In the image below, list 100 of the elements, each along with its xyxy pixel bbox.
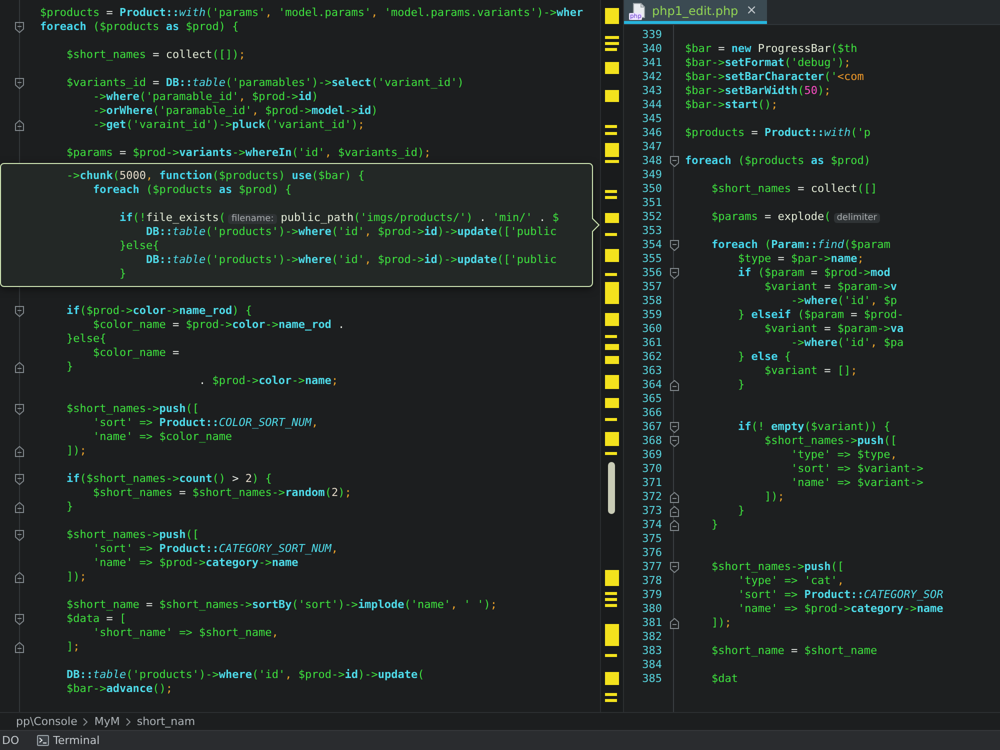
- marker-icon[interactable]: [605, 344, 619, 350]
- marker-icon[interactable]: [605, 42, 619, 45]
- marker-icon[interactable]: [605, 418, 617, 421]
- code-line: $variant = $param->v: [764, 280, 897, 293]
- line-number: 349: [642, 168, 662, 181]
- marker-icon[interactable]: [605, 213, 619, 223]
- marker-icon[interactable]: [605, 592, 617, 595]
- fold-icon[interactable]: [15, 120, 24, 130]
- marker-icon[interactable]: [605, 654, 617, 657]
- marker-icon[interactable]: [605, 132, 617, 135]
- chevron-icon: [83, 718, 88, 726]
- marker-icon[interactable]: [605, 143, 619, 157]
- marker-icon[interactable]: [605, 699, 617, 702]
- fold-icon[interactable]: [15, 502, 24, 512]
- fold-icon[interactable]: [670, 156, 678, 166]
- breadcrumb-item[interactable]: short_nam: [136, 715, 196, 728]
- fold-icon[interactable]: [15, 404, 24, 414]
- fold-icon[interactable]: [670, 380, 678, 390]
- marker-icon[interactable]: [605, 335, 617, 338]
- marker-icon[interactable]: [605, 624, 619, 646]
- marker-icon[interactable]: [605, 190, 617, 193]
- breadcrumb-item[interactable]: pp\Console: [16, 715, 78, 728]
- line-number: 377: [642, 560, 662, 573]
- line-number: 375: [642, 532, 662, 545]
- tool-window-button[interactable]: DO: [0, 732, 22, 750]
- marker-icon[interactable]: [605, 432, 619, 446]
- marker-icon[interactable]: [605, 90, 619, 102]
- marker-icon[interactable]: [605, 273, 617, 276]
- fold-icon[interactable]: [15, 474, 24, 484]
- marker-icon[interactable]: [605, 570, 619, 586]
- code-line: 'type' => 'cat',: [738, 574, 844, 587]
- fold-icon[interactable]: [670, 520, 678, 530]
- code-line: $type = $par->name;: [738, 252, 864, 265]
- code-line: $bar->start();: [685, 98, 778, 111]
- fold-icon[interactable]: [670, 492, 678, 502]
- line-number: 371: [642, 476, 662, 489]
- fold-icon[interactable]: [15, 446, 24, 456]
- marker-icon[interactable]: [605, 313, 619, 326]
- code-line: . $prod->color->name;: [198, 374, 338, 387]
- code-line: foreach ($products as $prod) {: [40, 20, 239, 33]
- line-number: 354: [642, 238, 662, 251]
- fold-icon[interactable]: [670, 268, 678, 278]
- line-number: 345: [642, 112, 662, 125]
- code-line: }: [738, 504, 745, 517]
- marker-icon[interactable]: [605, 62, 619, 74]
- marker-icon[interactable]: [605, 233, 617, 236]
- code-line: $params = explode( delimiter: [712, 210, 884, 223]
- fold-icon[interactable]: [670, 562, 678, 572]
- marker-icon[interactable]: [605, 398, 619, 408]
- code-line: $products = Product::with('params', 'model.params', 'model.params.variants')->wher: [40, 6, 584, 19]
- line-number: 344: [642, 98, 662, 111]
- close-tab-button[interactable]: ×: [744, 2, 760, 18]
- line-number: 380: [642, 602, 662, 615]
- code-line: if(! empty($variant)) {: [738, 420, 890, 433]
- marker-icon[interactable]: [605, 452, 617, 455]
- code-line: $products = Product::with('p: [685, 126, 870, 139]
- breadcrumb-item[interactable]: MyM: [94, 715, 120, 728]
- marker-icon[interactable]: [605, 196, 617, 199]
- marker-icon[interactable]: [605, 8, 619, 24]
- fold-icon[interactable]: [15, 78, 24, 88]
- fold-icon[interactable]: [15, 22, 24, 32]
- code-line: ->where('paramable_id', $prod->id): [92, 90, 318, 103]
- fold-icon[interactable]: [670, 436, 678, 446]
- fold-icon[interactable]: [670, 240, 678, 250]
- marker-icon[interactable]: [605, 598, 617, 601]
- fold-icon[interactable]: [670, 618, 678, 628]
- code-line: $color_name =: [92, 346, 180, 359]
- marker-icon[interactable]: [605, 160, 619, 163]
- code-line: 'name' => $variant->: [790, 476, 924, 489]
- marker-icon[interactable]: [605, 48, 617, 51]
- fold-icon[interactable]: [15, 642, 24, 652]
- tool-window-button[interactable]: Terminal: [35, 732, 102, 750]
- code-line: foreach ($products as $prod): [685, 154, 870, 167]
- marker-icon[interactable]: [605, 282, 619, 304]
- marker-icon[interactable]: [605, 125, 617, 128]
- fold-icon[interactable]: [15, 572, 24, 582]
- marker-icon[interactable]: [605, 249, 619, 262]
- fold-icon[interactable]: [670, 506, 678, 516]
- fold-icon[interactable]: [670, 422, 678, 432]
- marker-icon[interactable]: [605, 375, 619, 389]
- fold-icon[interactable]: [15, 362, 24, 372]
- line-number: 381: [642, 616, 662, 629]
- code-line: ]);: [66, 444, 86, 457]
- line-number: 368: [642, 434, 662, 447]
- code-line: } elseif ($param = $prod-: [738, 308, 904, 321]
- code-line: $bar->setBarWidth(50);: [685, 84, 831, 97]
- marker-icon[interactable]: [605, 604, 617, 607]
- fold-icon[interactable]: [15, 614, 24, 624]
- marker-icon[interactable]: [605, 356, 619, 364]
- chevron-icon: [126, 718, 131, 726]
- code-line: ->chunk(5000, function($products) use($bar) {: [66, 169, 365, 182]
- marker-icon[interactable]: [605, 36, 619, 39]
- code-line: 'name' => $color_name: [92, 430, 232, 443]
- fold-icon[interactable]: [15, 530, 24, 540]
- line-number: 360: [642, 322, 662, 335]
- scrollbar-thumb[interactable]: [608, 462, 615, 514]
- marker-icon[interactable]: [605, 672, 619, 685]
- line-number: 372: [642, 490, 662, 503]
- marker-icon[interactable]: [605, 693, 617, 696]
- fold-icon[interactable]: [15, 306, 24, 316]
